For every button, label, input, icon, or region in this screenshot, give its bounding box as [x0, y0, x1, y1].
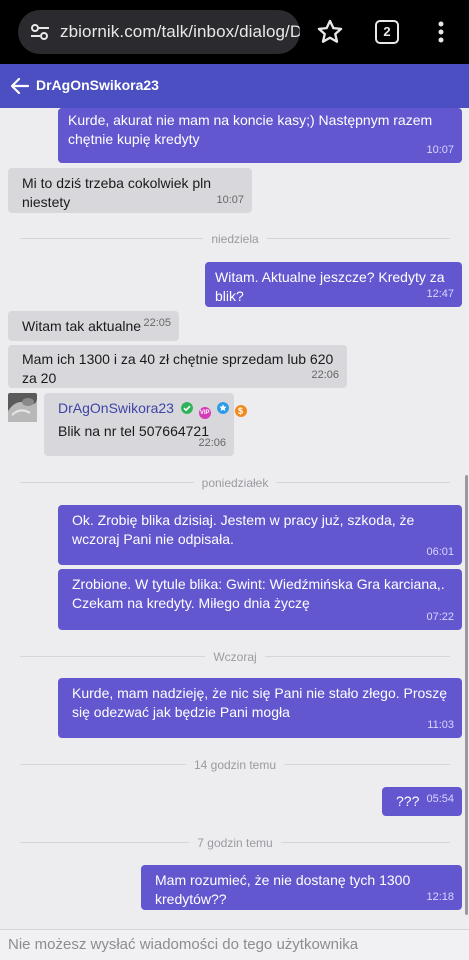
star-badge-icon [216, 402, 229, 414]
message-time: 11:03 [427, 719, 454, 731]
tab-count: 2 [383, 24, 391, 39]
message-time: 06:01 [426, 546, 454, 558]
chat-header: DrAgOnSwikora23 [0, 64, 469, 108]
vip-badge-icon: VIP [198, 407, 211, 419]
message-incoming-with-sender: DrAgOnSwikora23 VIP $ Blik na nr tel 507… [44, 393, 247, 456]
chat-partner-name[interactable]: DrAgOnSwikora23 [36, 77, 159, 93]
browser-toolbar: zbiornik.com/talk/inbox/dialog/DrAg 2 [0, 0, 469, 64]
message-incoming: Witam tak aktualne 22:05 [8, 311, 179, 341]
message-text: Zrobione. W tytule blika: Gwint: Wiedźmi… [72, 576, 449, 611]
message-text: Mam ich 1300 i za 40 zł chętnie sprzedam… [22, 351, 338, 386]
more-vert-icon[interactable] [436, 20, 446, 44]
message-outgoing: Kurde, mam nadzieję, że nic się Pani nie… [58, 678, 462, 738]
separator-label: niedziela [203, 232, 267, 246]
avatar[interactable] [8, 393, 37, 422]
date-separator: poniedziałek [20, 472, 450, 492]
message-time: 12:47 [426, 288, 454, 300]
message-text: Mam rozumieć, że nie dostanę tych 1300 k… [155, 872, 415, 907]
message-text: Witam. Aktualne jeszcze? Kredyty za blik… [215, 269, 449, 304]
message-time: 10:07 [426, 144, 454, 156]
tab-counter-icon[interactable]: 2 [375, 20, 399, 44]
coin-badge-icon: $ [234, 405, 247, 417]
back-arrow-icon[interactable] [8, 74, 32, 98]
separator-label: 14 godzin temu [185, 758, 285, 772]
message-text: Mi to dziś trzeba cokolwiek pln niestety [22, 175, 215, 210]
message-outgoing: Kurde, akurat nie mam na koncie kasy;) N… [58, 108, 462, 163]
address-bar[interactable]: zbiornik.com/talk/inbox/dialog/DrAg [18, 10, 300, 54]
vip-badge-label: VIP [199, 410, 210, 416]
verified-check-icon [180, 402, 193, 414]
message-outgoing: Witam. Aktualne jeszcze? Kredyty za blik… [205, 262, 462, 307]
message-text: Kurde, akurat nie mam na koncie kasy;) N… [68, 112, 437, 147]
coin-badge-label: $ [237, 406, 243, 416]
scrollbar[interactable] [465, 475, 468, 915]
separator-label: 7 godzin temu [189, 836, 281, 850]
message-time: 05:54 [426, 793, 454, 805]
url-text[interactable]: zbiornik.com/talk/inbox/dialog/DrAg [60, 22, 300, 42]
cannot-send-notice: Nie możesz wysłać wiadomości do tego uży… [8, 936, 359, 953]
message-incoming: Mam ich 1300 i za 40 zł chętnie sprzedam… [8, 345, 347, 388]
sender-name[interactable]: DrAgOnSwikora23 [58, 400, 174, 416]
message-outgoing: ??? 05:54 [382, 787, 462, 816]
tune-icon[interactable] [30, 22, 50, 42]
separator-label: Wczoraj [205, 650, 265, 664]
message-outgoing: Ok. Zrobię blika dzisiaj. Jestem w pracy… [58, 505, 462, 565]
message-time: 07:22 [426, 611, 454, 623]
message-time: 22:06 [198, 437, 226, 449]
message-outgoing: Mam rozumieć, że nie dostanę tych 1300 k… [141, 865, 462, 910]
date-separator: 7 godzin temu [20, 832, 450, 852]
message-time: 22:06 [311, 369, 339, 381]
separator-label: poniedziałek [193, 476, 277, 490]
message-text: Ok. Zrobię blika dzisiaj. Jestem w pracy… [72, 512, 419, 547]
date-separator: 14 godzin temu [20, 754, 450, 774]
message-list[interactable]: Kurde, akurat nie mam na koncie kasy;) N… [0, 108, 469, 929]
message-text: Kurde, mam nadzieję, że nic się Pani nie… [72, 685, 451, 720]
message-outgoing: Zrobione. W tytule blika: Gwint: Wiedźmi… [58, 569, 462, 630]
date-separator: Wczoraj [20, 646, 450, 666]
message-time: 12:18 [426, 891, 454, 903]
message-time: 22:05 [143, 317, 171, 329]
composer-disabled-bar: Nie możesz wysłać wiadomości do tego uży… [0, 929, 469, 960]
message-incoming: Mi to dziś trzeba cokolwiek pln niestety… [8, 168, 252, 213]
date-separator: niedziela [20, 228, 450, 248]
star-outline-icon[interactable] [316, 18, 344, 46]
message-time: 10:07 [216, 194, 244, 206]
